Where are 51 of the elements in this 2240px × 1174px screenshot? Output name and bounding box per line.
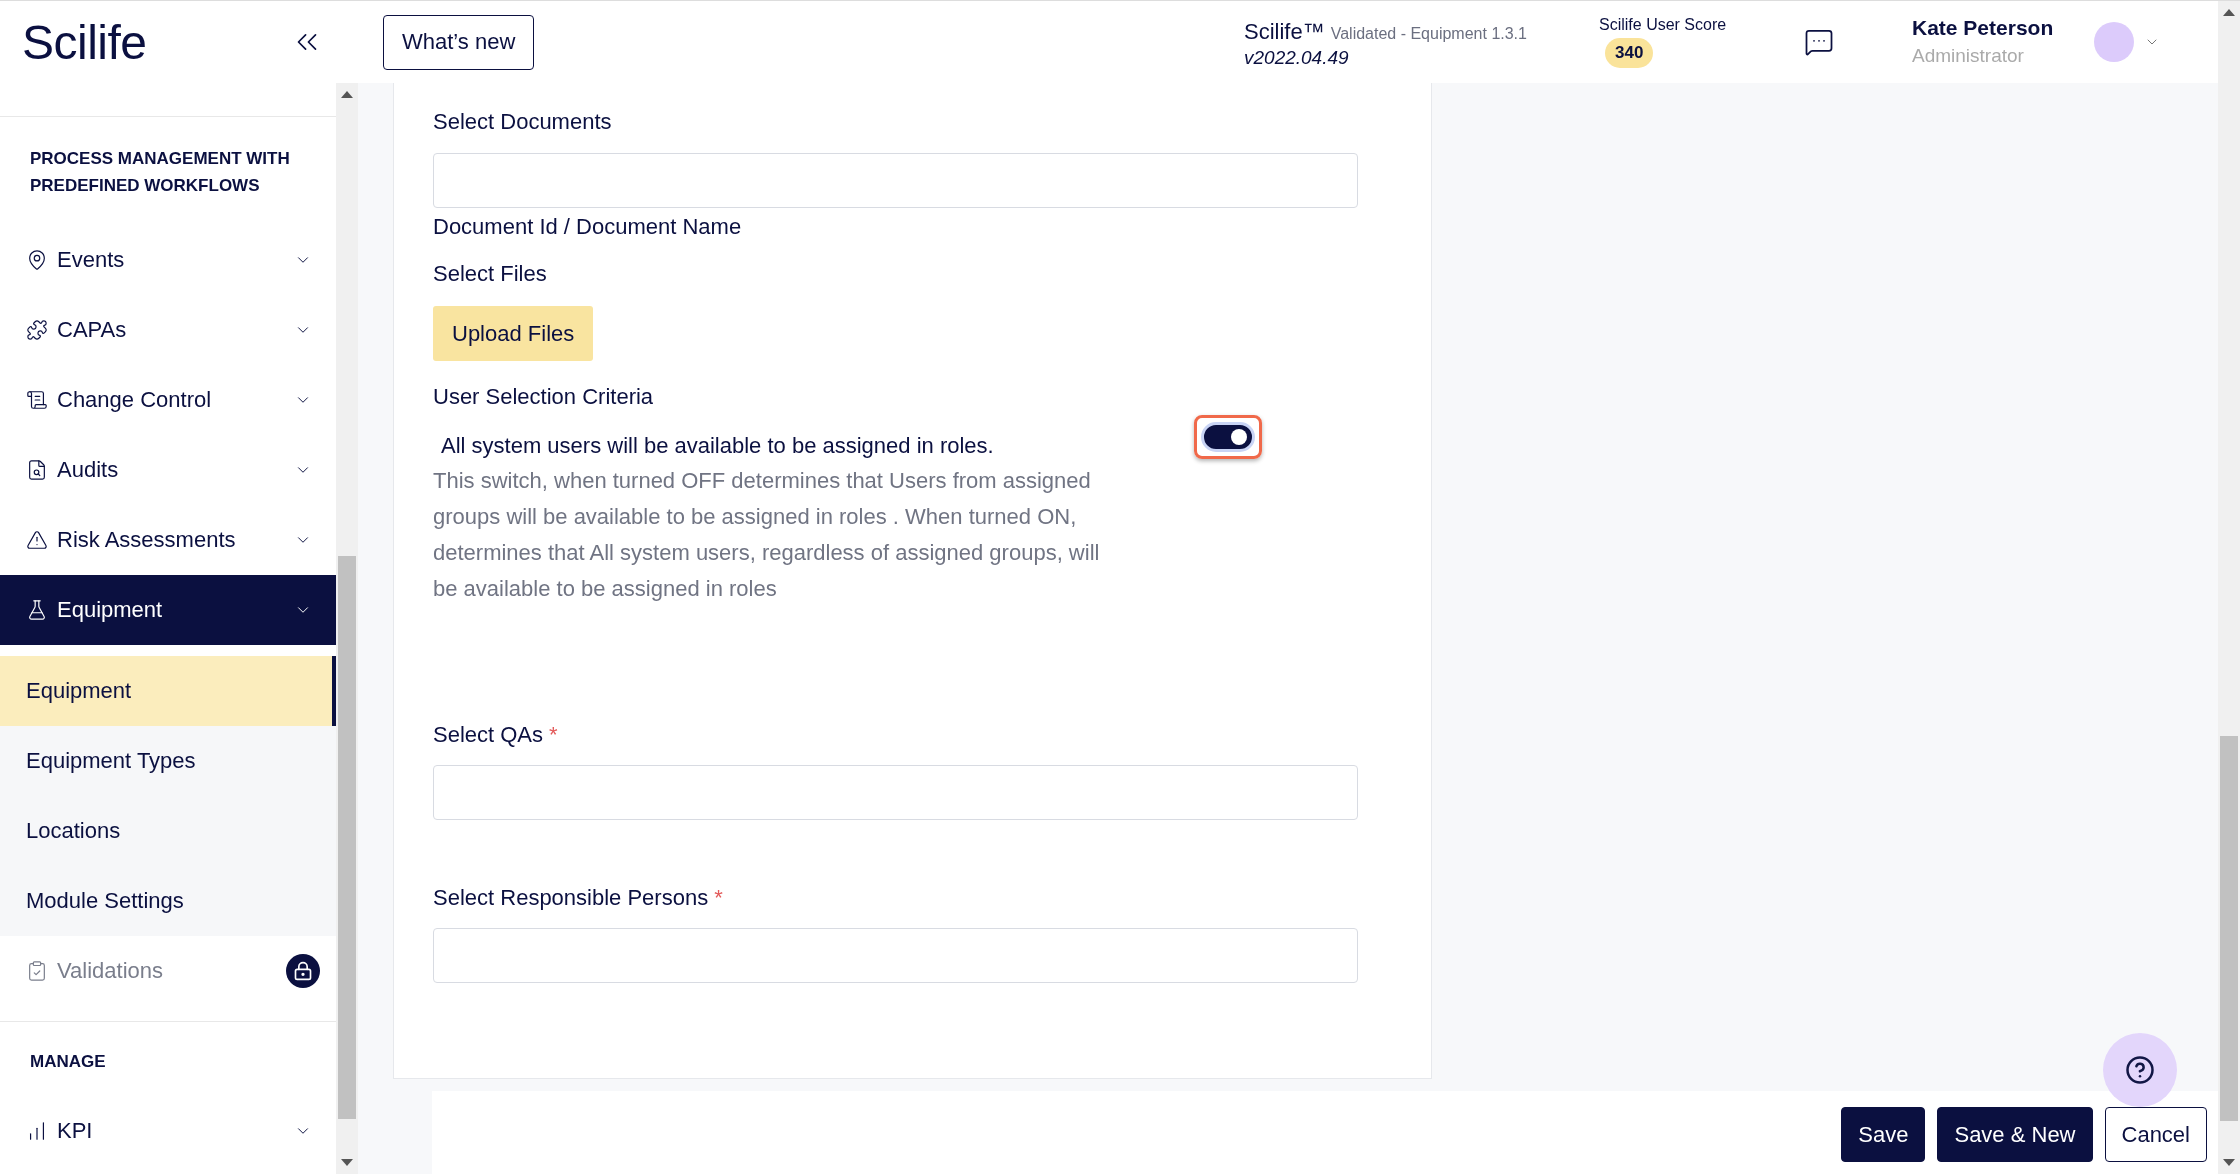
sidebar-item[interactable]: KPI	[0, 1096, 336, 1166]
upload-button[interactable]: Upload Files	[433, 306, 594, 361]
sidebar-item[interactable]: Validations	[0, 936, 336, 1006]
input-field[interactable]	[433, 153, 1358, 208]
sidebar-item[interactable]: Change Control	[0, 365, 336, 435]
user-role: Administrator	[1912, 44, 2025, 68]
field-label: Select QAs *	[433, 721, 558, 749]
sidebar-item[interactable]: Risk Assessments	[0, 505, 336, 575]
section-title: PROCESS MANAGEMENT WITH PREDEFINED WORKFLOWS	[29, 148, 291, 197]
field-hint: Document Id / Document Name	[433, 213, 742, 241]
submenu-item[interactable]: Module Settings	[0, 866, 336, 936]
file-search-icon	[26, 459, 48, 481]
app-edition: Validated - Equipment 1.3.1	[1330, 24, 1527, 44]
flask-icon	[26, 599, 48, 621]
submenu-item[interactable]: Equipment Types	[0, 726, 336, 796]
field-label: User Selection Criteria	[433, 383, 654, 411]
scrollbar[interactable]	[336, 83, 358, 1174]
toggle-switch[interactable]	[1201, 422, 1255, 452]
field-label: Select Files	[433, 260, 547, 288]
scrollbar[interactable]	[2218, 1, 2240, 1174]
input-field[interactable]	[433, 765, 1358, 820]
sidebar-item[interactable]: Equipment	[0, 575, 336, 645]
score-badge: 340	[1605, 38, 1654, 68]
toggle-status: All system users will be available to be assigned in roles.	[440, 432, 995, 460]
input-field[interactable]	[433, 928, 1358, 983]
submenu-item[interactable]: Equipment	[0, 656, 336, 726]
logo: Scilife	[22, 14, 148, 70]
section-title: MANAGE	[29, 1051, 107, 1073]
warning-icon	[26, 529, 48, 551]
app-version: v2022.04.49	[1244, 46, 1350, 70]
save-button[interactable]: Save & New	[1937, 1107, 2093, 1162]
whats-new-button[interactable]: What’s new	[383, 14, 535, 70]
save-button[interactable]: Save	[1841, 1107, 1926, 1162]
field-label: Select Responsible Persons *	[433, 884, 723, 912]
submenu-item[interactable]: Locations	[0, 796, 336, 866]
sidebar-item[interactable]: CAPAs	[0, 295, 336, 365]
score-label: Scilife User Score	[1599, 16, 1727, 34]
puzzle-icon	[26, 319, 48, 341]
app-name: Scilife™	[1244, 20, 1325, 44]
avatar[interactable]	[2094, 22, 2134, 62]
clipboard-icon	[26, 960, 48, 982]
toggle-description: This switch, when turned OFF determines that Users from assigned groups will be available to be assigned in roles . When turned ON, determines that All system users, regardless of assigned groups, will be available to be assigned in roles	[433, 467, 1101, 603]
pin-icon	[26, 249, 48, 271]
sidebar-item[interactable]: Audits	[0, 435, 336, 505]
user-name: Kate Peterson	[1912, 15, 2055, 41]
chat-icon[interactable]	[1804, 27, 1834, 57]
lock-icon	[286, 954, 320, 988]
field-label: Select Documents	[433, 108, 612, 136]
scroll-icon	[26, 389, 48, 411]
sidebar-item[interactable]: Events	[0, 225, 336, 295]
cancel-button[interactable]: Cancel	[2104, 1107, 2207, 1162]
